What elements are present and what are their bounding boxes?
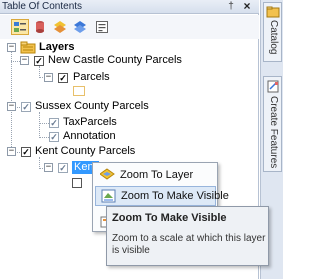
- visibility-checkbox[interactable]: ✓: [49, 132, 59, 142]
- options-icon[interactable]: [94, 19, 112, 35]
- visibility-checkbox[interactable]: ✓: [58, 163, 68, 173]
- list-by-selection-icon[interactable]: [72, 19, 90, 35]
- expander-icon[interactable]: −: [44, 163, 53, 172]
- layer-label[interactable]: Parcels: [73, 71, 110, 84]
- visibility-checkbox[interactable]: ✓: [49, 118, 59, 128]
- sublayer-checkbox[interactable]: [72, 178, 82, 188]
- layers-folder-icon: [20, 41, 36, 54]
- catalog-tab[interactable]: Catalog: [263, 2, 282, 62]
- tooltip-body: Zoom to a scale at which this layer is v…: [112, 233, 266, 256]
- group-layer-label[interactable]: Kent County Parcels: [35, 145, 135, 158]
- visibility-checkbox[interactable]: ✓: [34, 56, 44, 66]
- expander-icon[interactable]: −: [20, 56, 29, 65]
- expander-icon[interactable]: −: [7, 43, 16, 52]
- tooltip: Zoom To Make Visible Zoom to a scale at …: [106, 206, 269, 266]
- close-icon[interactable]: ×: [241, 0, 253, 13]
- toc-toolbar: [0, 15, 259, 39]
- tree-connector: [39, 123, 49, 124]
- zoom-to-layer-icon: [99, 168, 115, 182]
- group-layer-label[interactable]: Sussex County Parcels: [35, 100, 149, 113]
- expander-icon[interactable]: −: [7, 147, 16, 156]
- catalog-tab-label: Catalog: [268, 20, 279, 55]
- expander-icon[interactable]: −: [44, 73, 53, 82]
- group-layer-label[interactable]: New Castle County Parcels: [48, 54, 182, 67]
- catalog-icon: [266, 6, 280, 18]
- pin-icon[interactable]: †: [226, 1, 236, 12]
- menu-item-zoom-to-make-visible[interactable]: Zoom To Make Visible: [95, 186, 229, 206]
- list-by-visibility-icon[interactable]: [52, 19, 70, 35]
- tooltip-title: Zoom To Make Visible: [112, 212, 227, 224]
- zoom-to-make-visible-icon: [101, 189, 116, 203]
- create-features-tab-label: Create Features: [268, 96, 279, 169]
- layer-symbol-swatch: [73, 86, 85, 96]
- layer-label[interactable]: Annotation: [63, 130, 116, 143]
- create-features-icon: [267, 80, 280, 93]
- panel-title-bar: Table Of Contents † ×: [0, 0, 259, 14]
- menu-item-label: Zoom To Make Visible: [121, 190, 229, 202]
- visibility-checkbox[interactable]: ✓: [21, 147, 31, 157]
- tree-connector: [39, 112, 40, 138]
- visibility-checkbox[interactable]: ✓: [58, 73, 68, 83]
- menu-item-label: Zoom To Layer: [120, 169, 194, 181]
- tree-connector: [39, 137, 49, 138]
- layer-label[interactable]: TaxParcels: [63, 116, 117, 129]
- menu-item-zoom-to-layer[interactable]: Zoom To Layer: [95, 166, 216, 186]
- list-by-drawing-order-icon[interactable]: [11, 19, 29, 35]
- list-by-source-icon[interactable]: [32, 19, 50, 35]
- visibility-checkbox[interactable]: ✓: [21, 102, 31, 112]
- create-features-tab[interactable]: Create Features: [263, 76, 282, 172]
- layers-root-label[interactable]: Layers: [39, 41, 74, 54]
- panel-title: Table Of Contents: [2, 1, 83, 12]
- tree-connector: [11, 61, 20, 62]
- expander-icon[interactable]: −: [7, 102, 16, 111]
